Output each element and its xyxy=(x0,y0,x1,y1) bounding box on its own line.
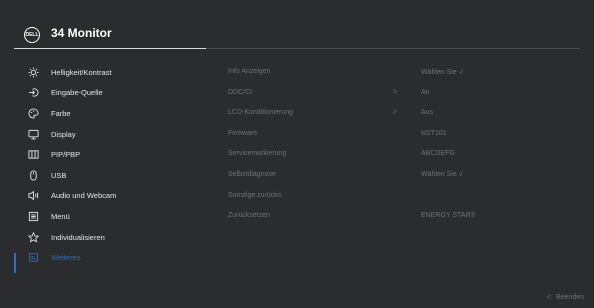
monitor-title: 34 Monitor xyxy=(51,26,112,40)
settings-row-value: ENERGY STAR® xyxy=(421,212,476,220)
color-palette-icon xyxy=(27,107,39,119)
settings-row-value: M2T101 xyxy=(421,129,447,137)
settings-row-display-info[interactable]: Info Anzeigen Wählen Sie ✓ xyxy=(228,62,588,83)
menu-item-label: Weiteres xyxy=(51,253,81,263)
star-icon xyxy=(27,231,39,243)
exit-label: Beenden xyxy=(555,294,584,301)
brightness-icon xyxy=(27,66,39,78)
menu-item-audio-webcam[interactable]: Audio und Webcam xyxy=(0,186,210,207)
header-divider-active xyxy=(14,48,206,49)
settings-row-value: ABCDEFG xyxy=(421,150,455,158)
chevron-left-icon: < xyxy=(546,294,551,301)
settings-row-label: Zurücksetzen xyxy=(228,212,271,220)
menu-item-brightness-contrast[interactable]: Helligkeit/Kontrast xyxy=(0,62,210,83)
menu-icon xyxy=(27,210,39,222)
settings-row-label: Sonstige zurücks. xyxy=(228,191,284,199)
settings-row-lcd-conditioning[interactable]: LCD-Konditionierung > Aus xyxy=(228,103,588,124)
settings-row-value: Wählen Sie ✓ xyxy=(421,69,465,76)
monitor-osd-window: DELL 34 Monitor Helligkeit/Kontrast Eing… xyxy=(0,0,594,308)
chevron-right-icon: > xyxy=(393,109,398,117)
settings-row-firmware: Firmware M2T101 xyxy=(228,124,588,145)
settings-row-value: Wählen Sie √ xyxy=(421,170,463,178)
settings-row-label: Firmware xyxy=(228,129,258,137)
chevron-right-icon: > xyxy=(393,88,398,96)
main-menu: Helligkeit/Kontrast Eingabe-Quelle Farbe… xyxy=(0,62,210,268)
exit-button[interactable]: < Beenden xyxy=(547,294,584,301)
menu-item-label: Display xyxy=(51,129,76,139)
display-icon xyxy=(27,128,39,140)
settings-panel: Info Anzeigen Wählen Sie ✓ DDC/CI > An L… xyxy=(228,62,588,227)
menu-item-display[interactable]: Display xyxy=(0,124,210,145)
menu-item-usb[interactable]: USB xyxy=(0,165,210,186)
others-icon xyxy=(27,252,39,264)
menu-item-input-source[interactable]: Eingabe-Quelle xyxy=(0,83,210,104)
osd-header: DELL 34 Monitor xyxy=(0,0,594,50)
settings-row-label: LCD-Konditionierung xyxy=(228,109,293,117)
settings-row-label: Info Anzeigen xyxy=(228,68,271,75)
menu-item-personalize[interactable]: Individualisieren xyxy=(0,227,210,248)
menu-item-label: Farbe xyxy=(51,108,71,118)
dell-logo: DELL xyxy=(24,27,40,43)
settings-row-factory-reset[interactable]: Zurücksetzen ENERGY STAR® xyxy=(228,206,588,227)
menu-item-label: Individualisieren xyxy=(51,232,105,242)
settings-row-label: Servicemarkierung xyxy=(228,150,287,158)
header-divider xyxy=(206,48,580,49)
input-source-icon xyxy=(27,87,39,99)
menu-item-label: USB xyxy=(51,170,67,180)
settings-row-self-diagnostic[interactable]: Selbstdiagnose Wählen Sie √ xyxy=(228,165,588,186)
settings-row-label: DDC/CI xyxy=(228,88,253,96)
audio-webcam-icon xyxy=(27,190,39,202)
usb-mouse-icon xyxy=(27,169,39,181)
menu-item-label: Eingabe-Quelle xyxy=(51,88,103,98)
menu-item-color[interactable]: Farbe xyxy=(0,103,210,124)
menu-item-label: Menü xyxy=(51,211,70,221)
settings-row-service-tag: Servicemarkierung ABCDEFG xyxy=(228,144,588,165)
settings-row-ddc-ci[interactable]: DDC/CI > An xyxy=(228,83,588,104)
settings-row-value: Aus xyxy=(421,109,434,117)
menu-item-label: PIP/PBP xyxy=(51,150,81,160)
menu-item-label: Helligkeit/Kontrast xyxy=(51,67,112,77)
menu-item-pip-pbp[interactable]: PIP/PBP xyxy=(0,144,210,165)
menu-item-label: Audio und Webcam xyxy=(51,191,117,201)
menu-item-menu[interactable]: Menü xyxy=(0,206,210,227)
settings-row-label: Selbstdiagnose xyxy=(228,170,276,178)
menu-item-others[interactable]: Weiteres xyxy=(0,247,210,268)
pip-pbp-icon xyxy=(27,149,39,161)
settings-row-other-reset[interactable]: Sonstige zurücks. xyxy=(228,186,588,207)
settings-row-value: An xyxy=(421,88,430,96)
